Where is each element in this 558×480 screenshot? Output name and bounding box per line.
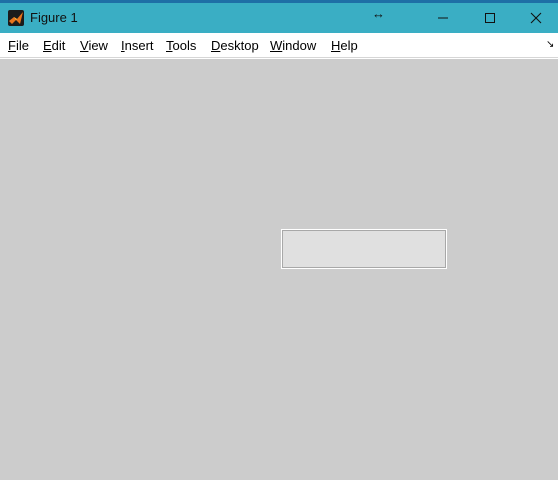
- maximize-button[interactable]: [467, 3, 513, 33]
- menu-window[interactable]: Window: [270, 38, 316, 54]
- menu-tools[interactable]: Tools: [166, 38, 196, 54]
- figure-canvas[interactable]: [0, 59, 558, 480]
- minimize-button[interactable]: [420, 3, 466, 33]
- window-title: Figure 1: [30, 10, 78, 25]
- title-bar[interactable]: Figure 1 ↔: [0, 3, 558, 33]
- menu-desktop[interactable]: Desktop: [211, 38, 259, 54]
- menu-view[interactable]: View: [80, 38, 108, 54]
- ui-panel[interactable]: [281, 229, 447, 269]
- close-icon: [530, 12, 542, 24]
- matlab-logo-icon: [8, 10, 24, 26]
- menu-bar: File Edit View Insert Tools Desktop Wind…: [0, 33, 558, 58]
- menu-insert[interactable]: Insert: [121, 38, 154, 54]
- close-button[interactable]: [513, 3, 558, 33]
- maximize-icon: [485, 13, 495, 23]
- menu-edit[interactable]: Edit: [43, 38, 65, 54]
- menu-file[interactable]: File: [8, 38, 29, 54]
- dock-arrow-icon[interactable]: ↘: [546, 40, 554, 50]
- resize-cursor-icon: ↔: [372, 6, 385, 21]
- minimize-icon: [438, 17, 448, 19]
- menu-help[interactable]: Help: [331, 38, 358, 54]
